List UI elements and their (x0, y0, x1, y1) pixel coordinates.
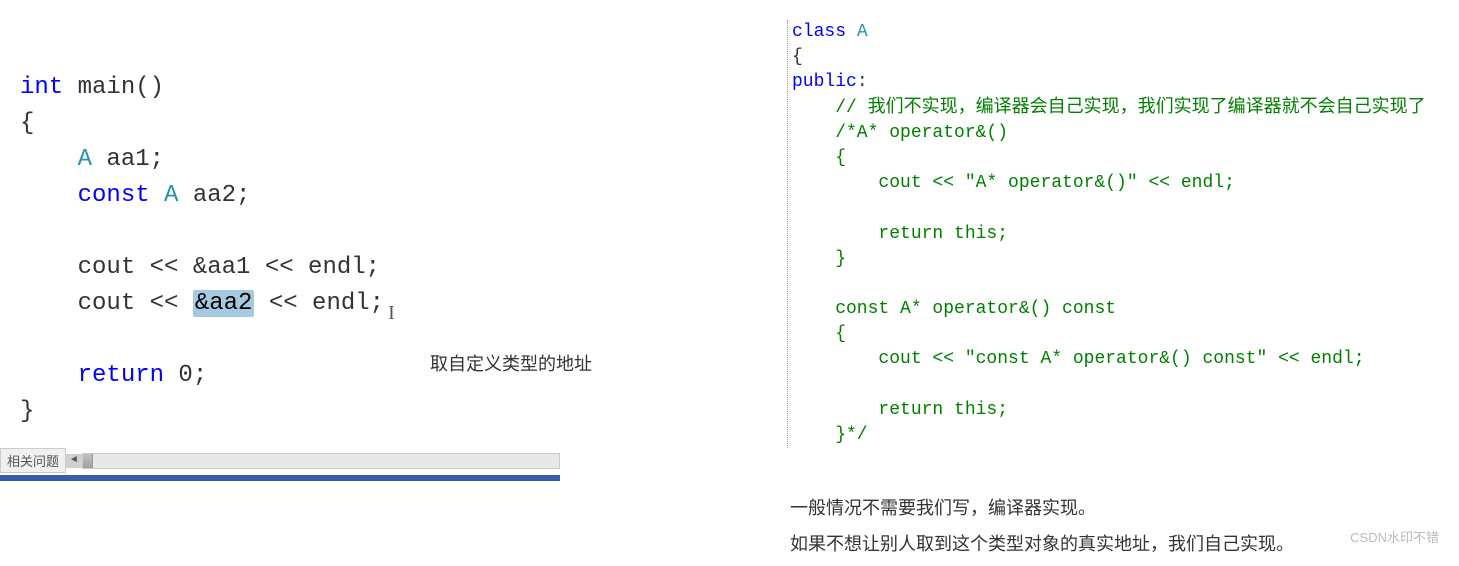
brace-open: { (20, 110, 34, 137)
horizontal-scrollbar[interactable] (82, 453, 560, 469)
bottom-toolbar: 相关问题 ◄ (0, 448, 560, 473)
keyword-return: return (78, 362, 164, 389)
comment-line-cn: // 我们不实现，编译器会自己实现，我们实现了编译器就不会自己实现了 (792, 98, 1426, 118)
blue-divider (0, 475, 560, 481)
comment-return2: return this; (792, 400, 1008, 420)
left-code-panel: int main() { A aa1; const A aa2; cout <<… (0, 50, 570, 481)
class-name-A: A (846, 22, 868, 42)
code-gutter (770, 20, 788, 448)
comment-cout2: cout << "const A* operator&() const" << … (792, 349, 1365, 369)
csdn-watermark: CSDN水印不错 (1350, 527, 1439, 546)
comment-return1: return this; (792, 224, 1008, 244)
explanation-text: 一般情况不需要我们写，编译器实现。 如果不想让别人取到这个类型对象的真实地址，我… (790, 490, 1294, 562)
public-line: public: (792, 72, 868, 92)
scroll-thumb[interactable] (83, 454, 93, 468)
scroll-left-icon[interactable]: ◄ (66, 454, 82, 468)
main-signature: main() (63, 74, 164, 101)
text-cursor-icon: I (388, 302, 395, 324)
selection-aa2[interactable]: &aa2 (193, 290, 255, 317)
return-line: return 0; (20, 362, 207, 389)
related-issues-label[interactable]: 相关问题 (0, 448, 66, 473)
type-A: A (78, 146, 92, 173)
brace-close: } (20, 398, 34, 425)
explain-line-1: 一般情况不需要我们写，编译器实现。 (790, 490, 1294, 526)
class-a-code: class A { public: // 我们不实现，编译器会自己实现，我们实现… (770, 20, 1450, 448)
cout-aa2-line: cout << &aa2 << endl; (20, 290, 384, 317)
annotation-label: 取自定义类型的地址 (430, 350, 592, 376)
comment-op2-sig: const A* operator&() const (792, 299, 1116, 319)
explain-line-2: 如果不想让别人取到这个类型对象的真实地址，我们自己实现。 (790, 526, 1294, 562)
main-function-code: int main() { A aa1; const A aa2; cout <<… (0, 50, 570, 440)
line-aa1: A aa1; (20, 146, 164, 173)
keyword-class: class (792, 22, 846, 42)
keyword-const: const (78, 182, 150, 209)
keyword-public: public (792, 72, 857, 92)
comment-cout1: cout << "A* operator&()" << endl; (792, 173, 1235, 193)
cout-aa1: cout << &aa1 << endl; (20, 254, 380, 281)
line-aa2: const A aa2; (20, 182, 250, 209)
comment-op1-sig: /*A* operator&() (792, 123, 1008, 143)
right-code-panel: class A { public: // 我们不实现，编译器会自己实现，我们实现… (770, 20, 1450, 448)
keyword-int: int (20, 74, 63, 101)
